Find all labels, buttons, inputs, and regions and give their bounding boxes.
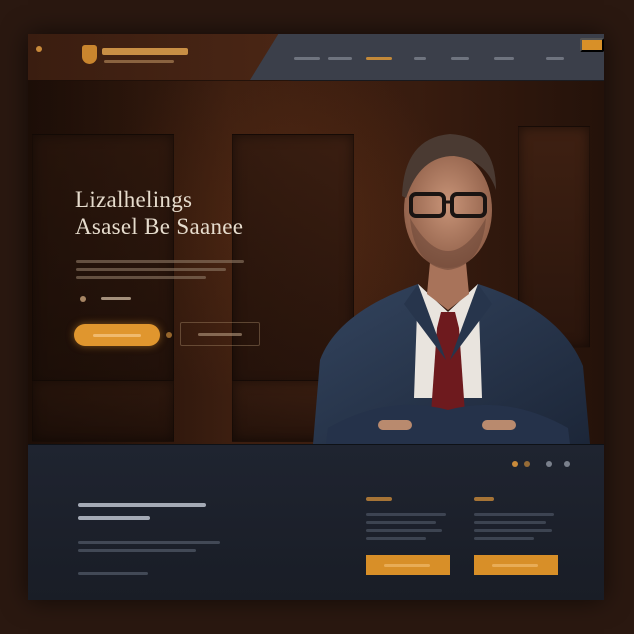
- card2-text-line: [474, 521, 546, 524]
- secondary-cta-label: [198, 333, 242, 336]
- nav-item-5[interactable]: [451, 57, 469, 60]
- menu-dot-icon[interactable]: [36, 46, 42, 52]
- card1-text-line: [366, 529, 442, 532]
- nav-item-6[interactable]: [494, 57, 514, 60]
- social-icon-2[interactable]: [524, 461, 530, 467]
- nav-item-1[interactable]: [294, 57, 320, 60]
- social-icon-4[interactable]: [564, 461, 570, 467]
- info-section: [28, 444, 604, 600]
- top-navbar: [28, 34, 604, 81]
- card1-text-line: [366, 521, 436, 524]
- section-body-line: [78, 541, 220, 544]
- hero-paragraph-line: [76, 276, 206, 279]
- card1-button-label: [384, 564, 430, 567]
- nav-item-3[interactable]: [366, 57, 392, 60]
- nav-item-7[interactable]: [546, 57, 564, 60]
- social-icon-3[interactable]: [546, 461, 552, 467]
- section-title-line: [78, 503, 206, 507]
- hero-headline-line1: Lizalhelings: [75, 187, 193, 212]
- hero-section: Lizalhelings Asasel Be Saanee: [28, 34, 604, 444]
- hero-paragraph-line: [76, 260, 244, 263]
- card1-button[interactable]: [366, 555, 450, 575]
- hero-headline-line2: Asasel Be Saanee: [75, 214, 244, 239]
- primary-cta-button[interactable]: [74, 324, 160, 346]
- card2-text-line: [474, 537, 534, 540]
- card2-text-line: [474, 513, 554, 516]
- hero-meta-text: [101, 297, 131, 300]
- nav-item-4[interactable]: [414, 57, 426, 60]
- shield-icon[interactable]: [82, 45, 97, 64]
- card2-text-line: [474, 529, 552, 532]
- portrait-image: [313, 134, 590, 444]
- primary-cta-label: [93, 334, 141, 337]
- card1-title: [366, 497, 392, 501]
- brand-name[interactable]: [102, 48, 188, 55]
- hero-headline: Lizalhelings Asasel Be Saanee: [75, 186, 315, 240]
- brand-tagline: [104, 60, 174, 63]
- card2-button[interactable]: [474, 555, 558, 575]
- secondary-cta-button[interactable]: [180, 322, 260, 346]
- info-icon: [80, 296, 86, 302]
- card1-text-line: [366, 537, 426, 540]
- card1-text-line: [366, 513, 446, 516]
- arrow-right-icon: [166, 332, 172, 338]
- nav-cta-button[interactable]: [580, 38, 604, 52]
- page-frame: Lizalhelings Asasel Be Saanee: [28, 34, 604, 600]
- section-body-line: [78, 572, 148, 575]
- card2-button-label: [492, 564, 538, 567]
- section-subtitle-line: [78, 516, 150, 520]
- social-icon-1[interactable]: [512, 461, 518, 467]
- hero-paragraph-line: [76, 268, 226, 271]
- card2-title: [474, 497, 494, 501]
- section-body-line: [78, 549, 196, 552]
- nav-item-2[interactable]: [328, 57, 352, 60]
